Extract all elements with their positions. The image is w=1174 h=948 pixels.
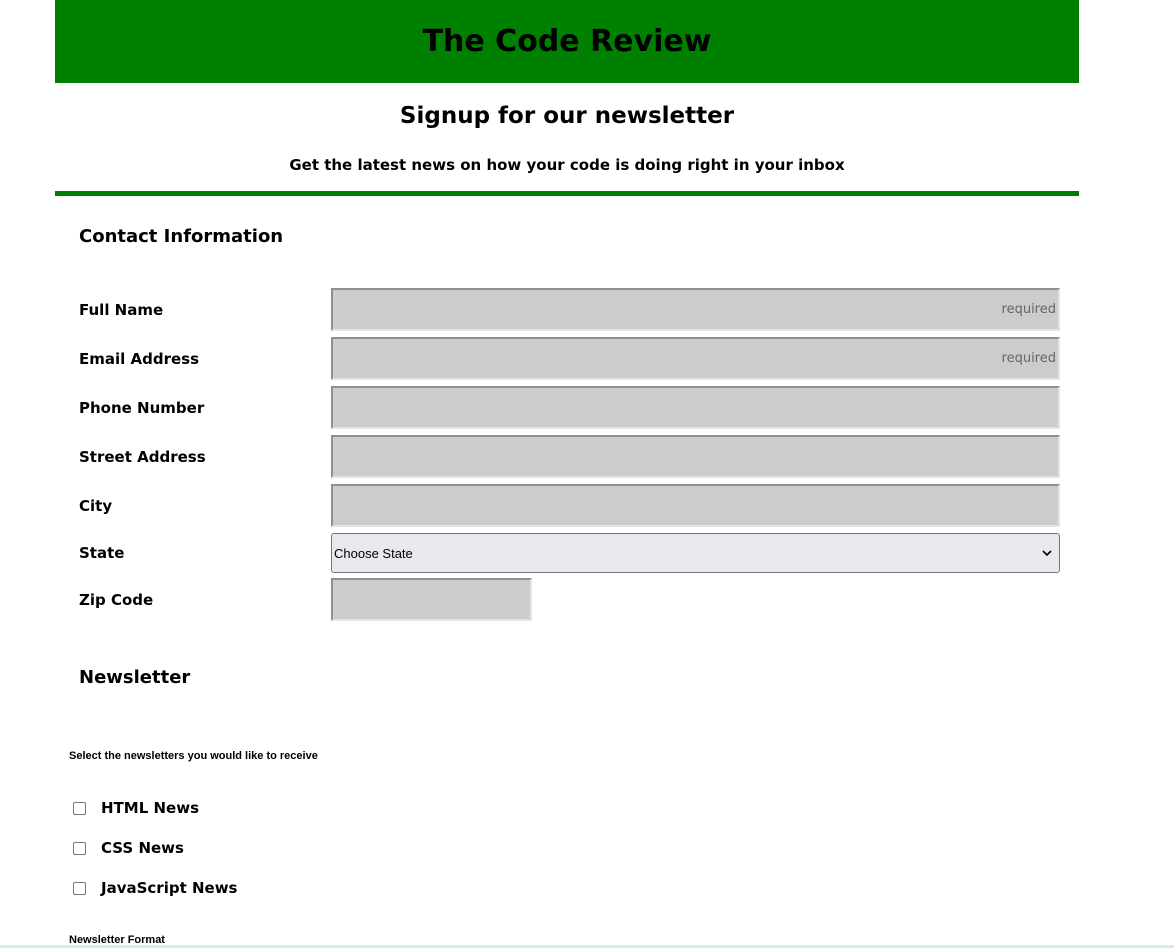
street-label: Street Address — [79, 448, 206, 466]
street-input[interactable] — [331, 435, 1060, 478]
page: The Code Review Signup for our newslette… — [0, 0, 1174, 948]
header-divider — [55, 191, 1079, 196]
state-select[interactable]: Choose State — [331, 533, 1060, 573]
city-input[interactable] — [331, 484, 1060, 527]
city-label: City — [79, 497, 113, 515]
full-name-label: Full Name — [79, 301, 164, 319]
email-input[interactable] — [331, 337, 1060, 380]
site-title: The Code Review — [422, 24, 712, 59]
phone-input[interactable] — [331, 386, 1060, 429]
css-news-label: CSS News — [101, 839, 184, 857]
full-name-input[interactable] — [331, 288, 1060, 331]
email-label: Email Address — [79, 350, 200, 368]
newsletter-option-javascript[interactable]: JavaScript News — [73, 879, 237, 897]
newsletter-option-html[interactable]: HTML News — [73, 799, 199, 817]
zip-label: Zip Code — [79, 591, 154, 609]
phone-label: Phone Number — [79, 399, 205, 417]
state-select-value: Choose State — [334, 545, 413, 561]
javascript-news-checkbox[interactable] — [73, 881, 86, 895]
signup-title: Signup for our newsletter — [399, 103, 735, 129]
newsletter-option-css[interactable]: CSS News — [73, 839, 184, 857]
javascript-news-label: JavaScript News — [101, 879, 238, 897]
state-label: State — [79, 544, 125, 562]
css-news-checkbox[interactable] — [73, 841, 86, 855]
site-header: The Code Review — [55, 0, 1079, 83]
html-news-checkbox[interactable] — [73, 801, 86, 815]
contact-section-title: Contact Information — [79, 226, 284, 247]
signup-tagline: Get the latest news on how your code is … — [289, 156, 845, 174]
newsletter-instructions: Select the newsletters you would like to… — [69, 750, 318, 762]
newsletter-section-title: Newsletter — [79, 667, 191, 688]
chevron-down-icon — [1041, 547, 1053, 559]
html-news-label: HTML News — [101, 799, 200, 817]
zip-input[interactable] — [331, 578, 532, 621]
